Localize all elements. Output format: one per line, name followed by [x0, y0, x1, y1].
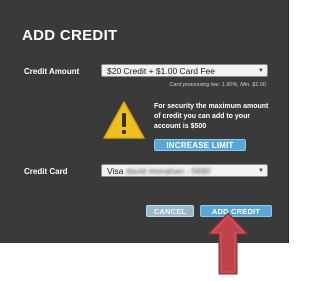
chevron-down-icon: ▼	[258, 168, 264, 174]
cancel-button[interactable]: CANCEL	[146, 205, 194, 217]
card-fee-note: Card processing fee: 1.90%, Min. $1.00	[169, 82, 266, 88]
increase-limit-button[interactable]: INCREASE LIMIT	[154, 139, 246, 151]
add-credit-dialog: ADD CREDIT Credit Amount $20 Credit + $1…	[0, 0, 289, 243]
credit-card-select[interactable]: Visa david monahan - 5690 ▼	[101, 164, 268, 177]
credit-amount-value: $20 Credit + $1.00 Card Fee	[107, 66, 215, 76]
credit-card-obscured-details: david monahan - 5690	[125, 166, 211, 176]
security-limit-message: For security the maximum amount of credi…	[154, 103, 269, 130]
credit-card-type: Visa	[107, 166, 124, 176]
dialog-title: ADD CREDIT	[22, 27, 118, 44]
up-arrow-icon	[206, 212, 250, 275]
chevron-down-icon: ▼	[258, 68, 264, 74]
credit-amount-label: Credit Amount	[24, 67, 80, 76]
warning-triangle-icon	[103, 101, 145, 139]
credit-card-label: Credit Card	[24, 167, 68, 176]
credit-amount-select[interactable]: $20 Credit + $1.00 Card Fee ▼	[101, 64, 268, 77]
